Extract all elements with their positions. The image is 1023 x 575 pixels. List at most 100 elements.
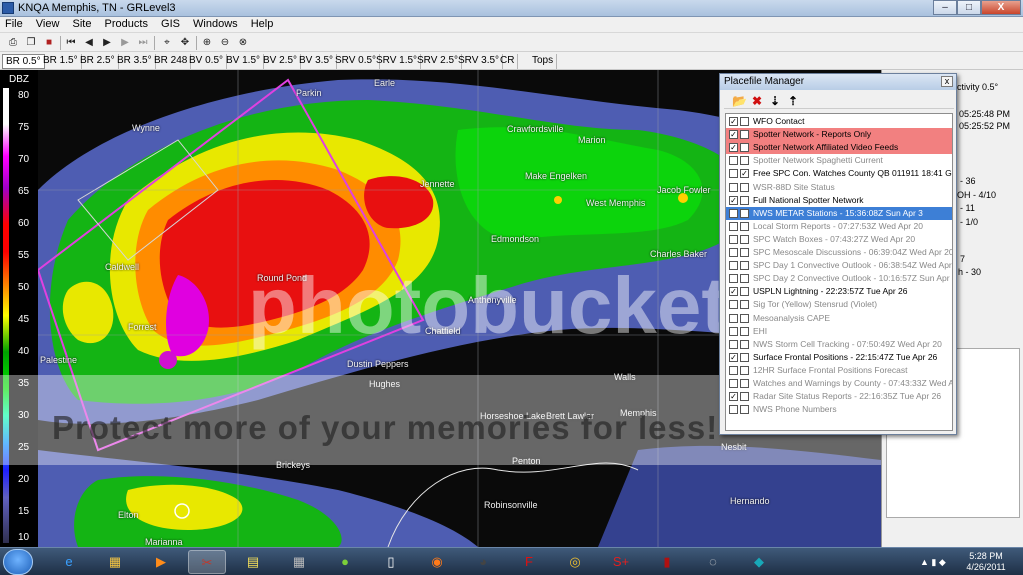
prev-frame-icon[interactable]: ◀ [82,36,96,49]
placefile-option-checkbox[interactable] [740,365,749,375]
placefile-enable-checkbox[interactable]: ✓ [729,117,738,126]
menu-file[interactable]: File [0,17,28,30]
placefile-option-checkbox[interactable] [740,392,749,402]
print-icon[interactable]: ⎙ [6,36,20,49]
placefile-enable-checkbox[interactable] [729,326,738,336]
placefile-item[interactable]: ✓ Spotter Network Affiliated Video Feeds [726,141,952,155]
delete-icon[interactable]: ✖ [752,94,762,108]
placefile-option-checkbox[interactable] [740,274,749,284]
tab-br-3-5[interactable]: BR 3.5° [114,54,156,69]
save-icon[interactable]: ■ [42,36,56,49]
placefile-option-checkbox[interactable] [740,405,749,415]
placefile-option-checkbox[interactable] [740,130,749,140]
placefile-option-checkbox[interactable] [740,326,749,336]
placefile-enable-checkbox[interactable] [729,379,738,388]
ie-icon[interactable]: e [50,550,88,574]
placefile-option-checkbox[interactable] [740,313,749,323]
placefile-option-checkbox[interactable] [740,287,749,297]
close-button[interactable]: X [981,0,1021,15]
tab-cr[interactable]: CR [497,54,519,69]
placefile-item[interactable]: ✓ WFO Contact [726,115,952,128]
snipping-tool-icon[interactable]: ✂ [188,550,226,574]
first-frame-icon[interactable]: ⏮ [64,36,78,49]
placefile-option-checkbox[interactable] [740,208,749,218]
move-up-icon[interactable]: ⇡ [788,94,798,108]
tab-bv-2-5[interactable]: BV 2.5° [260,54,302,69]
placefile-item[interactable]: ✓ Spotter Network - Reports Only [726,128,952,142]
menu-products[interactable]: Products [100,17,153,30]
menu-site[interactable]: Site [68,17,97,30]
media-player-icon[interactable]: ▶ [142,550,180,574]
zoom-in-icon[interactable]: ⊕ [200,36,214,49]
placefile-enable-checkbox[interactable] [729,156,738,166]
tab-br-1-5[interactable]: BR 1.5° [40,54,82,69]
menu-help[interactable]: Help [246,17,279,30]
pan-icon[interactable]: ✥ [178,36,192,49]
placefile-option-checkbox[interactable] [740,182,749,192]
placefile-option-checkbox[interactable] [740,352,749,362]
placefile-enable-checkbox[interactable] [729,261,738,271]
placefile-enable-checkbox[interactable] [729,248,738,257]
start-button[interactable] [3,549,33,575]
move-down-icon[interactable]: ⇣ [770,94,780,108]
placefile-item[interactable]: Watches and Warnings by County - 07:43:3… [726,377,952,390]
placefile-enable-checkbox[interactable] [729,405,738,415]
placefile-item[interactable]: Mesoanalysis CAPE [726,312,952,325]
tab-bv-1-5[interactable]: BV 1.5° [223,54,265,69]
placefile-item[interactable]: NWS Storm Cell Tracking - 07:50:49Z Wed … [726,338,952,351]
placefile-option-checkbox[interactable] [740,221,749,231]
calculator-icon[interactable]: ▦ [280,550,318,574]
zoom-reset-icon[interactable]: ⊗ [236,36,250,49]
placefile-item[interactable]: 12HR Surface Frontal Positions Forecast [726,364,952,377]
placefile-option-checkbox[interactable] [740,248,749,257]
tab-br-0-5[interactable]: BR 0.5° [2,54,45,69]
placefile-item[interactable]: SPC Mesoscale Discussions - 06:39:04Z We… [726,246,952,259]
tab-tops[interactable]: Tops [529,54,558,69]
placefile-enable-checkbox[interactable] [729,300,738,310]
menu-gis[interactable]: GIS [156,17,185,30]
menu-windows[interactable]: Windows [188,17,243,30]
flashget-icon[interactable]: F [510,550,548,574]
chrome-icon[interactable]: ◎ [556,550,594,574]
placefile-enable-checkbox[interactable] [729,208,738,218]
zoom-out-icon[interactable]: ⊖ [218,36,232,49]
placefile-item[interactable]: ✓ Surface Frontal Positions - 22:15:47Z T… [726,351,952,364]
placefile-item[interactable]: SPC Watch Boxes - 07:43:27Z Wed Apr 20 [726,233,952,246]
tab-bv-0-5[interactable]: BV 0.5° [186,54,228,69]
placefile-enable-checkbox[interactable] [729,365,738,375]
placefile-enable-checkbox[interactable] [729,169,738,179]
placefile-enable-checkbox[interactable]: ✓ [729,130,738,140]
placefile-item[interactable]: Sig Tor (Yellow) Stensrud (Violet) [726,298,952,311]
tab-br-2-5[interactable]: BR 2.5° [77,54,119,69]
clock[interactable]: 5:28 PM 4/26/2011 [960,551,1012,573]
tab-srv-3-5[interactable]: SRV 3.5° [455,54,504,69]
placefile-enable-checkbox[interactable] [729,274,738,284]
placefile-item[interactable]: SPC Day 1 Convective Outlook - 06:38:54Z… [726,259,952,272]
filezilla-icon[interactable]: ▮ [648,550,686,574]
placefile-enable-checkbox[interactable]: ✓ [729,195,738,205]
grlevel-icon[interactable]: ◕ [464,550,502,574]
placefile-enable-checkbox[interactable] [729,339,738,349]
placefile-enable-checkbox[interactable] [729,182,738,192]
placefile-enable-checkbox[interactable] [729,313,738,323]
placefile-option-checkbox[interactable]: ✓ [740,169,749,179]
open-folder-icon[interactable]: 📂 [732,94,747,108]
explorer-icon[interactable]: ▦ [96,550,134,574]
placefile-enable-checkbox[interactable] [729,221,738,231]
maximize-button[interactable]: □ [957,0,981,15]
phone-icon[interactable]: ▯ [372,550,410,574]
google-plus-icon[interactable]: S+ [602,550,640,574]
placefile-enable-checkbox[interactable] [729,234,738,244]
placefile-option-checkbox[interactable] [740,300,749,310]
placefile-item[interactable]: NWS Phone Numbers [726,403,952,416]
placefile-close-button[interactable]: x [941,76,953,87]
placefile-option-checkbox[interactable] [740,117,749,126]
placefile-item[interactable]: NWS METAR Stations - 15:36:08Z Sun Apr 3 [726,206,952,220]
placefile-option-checkbox[interactable] [740,195,749,205]
placefile-option-checkbox[interactable] [740,261,749,271]
network-icon[interactable]: ◌ [694,550,732,574]
firefox-icon[interactable]: ◉ [418,550,456,574]
grlevel3-icon[interactable]: ◆ [740,550,778,574]
placefile-item[interactable]: ✓ USPLN Lightning - 22:23:57Z Tue Apr 26 [726,285,952,298]
placefile-item[interactable]: Spotter Network Spaghetti Current [726,154,952,167]
